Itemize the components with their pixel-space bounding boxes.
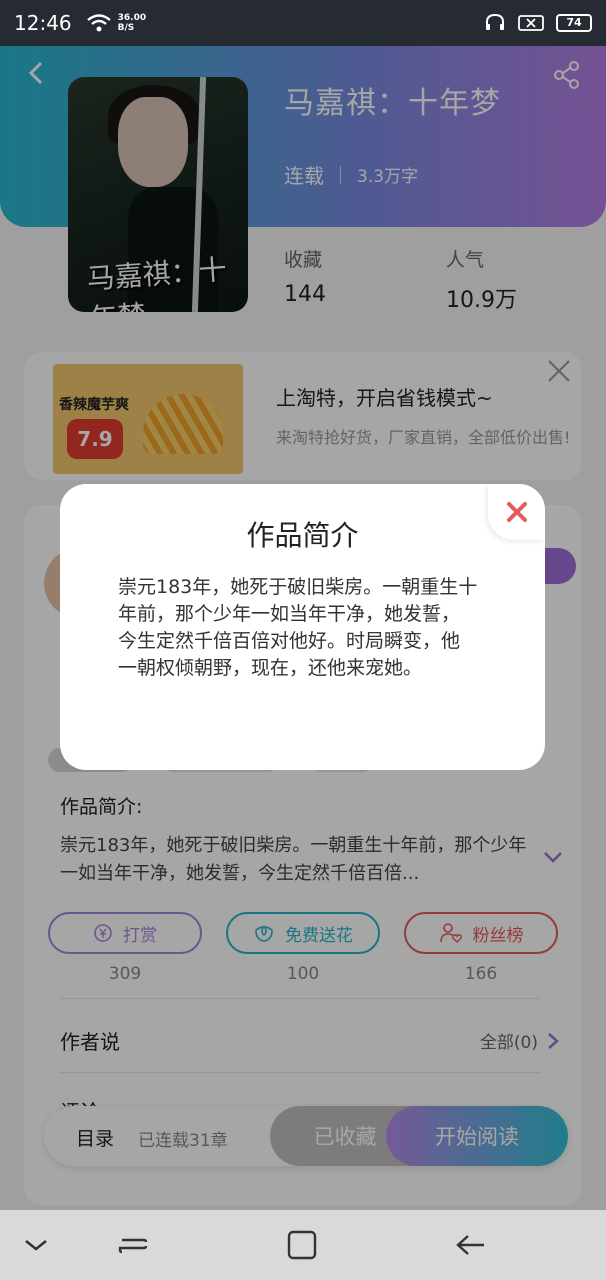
back-nav-icon[interactable] (452, 1230, 488, 1260)
modal-close-button[interactable] (488, 484, 545, 540)
system-nav-bar (0, 1210, 606, 1280)
nav-collapse-icon[interactable] (18, 1230, 54, 1260)
status-bar: 12:46 36.00 B/S 74 (0, 0, 606, 46)
status-time: 12:46 (14, 11, 72, 35)
battery-icon: 74 (556, 14, 592, 32)
recent-apps-icon[interactable] (116, 1230, 152, 1260)
no-sim-icon (518, 15, 544, 31)
modal-title: 作品简介 (246, 519, 359, 552)
headset-icon (486, 13, 504, 30)
close-icon (506, 502, 527, 522)
network-speed: 36.00 B/S (118, 13, 146, 33)
status-icons: 74 (484, 12, 592, 34)
network-speed-unit: B/S (117, 23, 135, 33)
modal-text: 崇元183年，她死于破旧柴房。一朝重生十年前，那个少年一如当年干净，她发誓，今生… (118, 576, 478, 679)
battery-level: 74 (566, 16, 582, 29)
network-speed-value: 36.00 (117, 13, 147, 23)
wifi-icon (86, 14, 111, 32)
intro-modal: 作品简介 崇元183年，她死于破旧柴房。一朝重生十年前，那个少年一如当年干净，她… (60, 484, 545, 770)
home-icon[interactable] (284, 1230, 320, 1260)
